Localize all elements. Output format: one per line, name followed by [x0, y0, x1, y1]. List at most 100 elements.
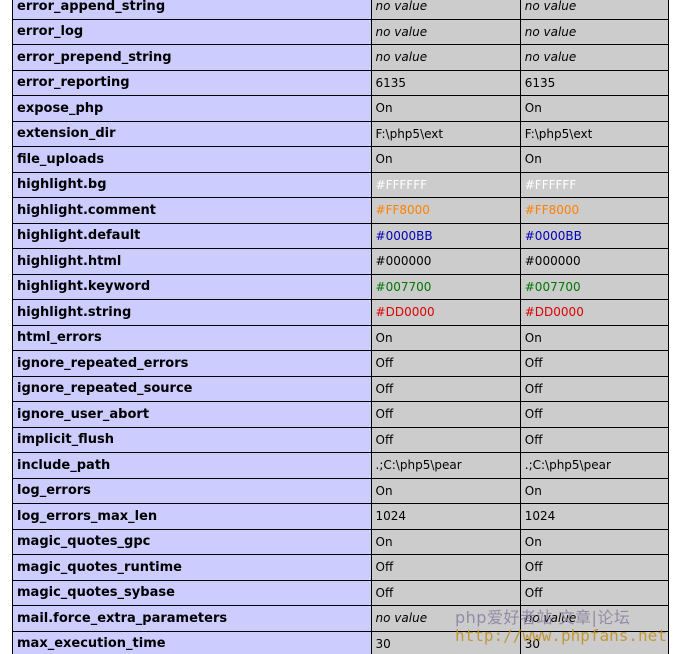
master-value: .;C:\php5\pear — [519, 452, 670, 479]
directive-name: log_errors_max_len — [12, 503, 372, 530]
directive-name: magic_quotes_gpc — [12, 528, 372, 555]
local-value: #007700 — [370, 273, 521, 300]
local-value: .;C:\php5\pear — [370, 452, 521, 479]
master-value: On — [519, 146, 670, 173]
directive-name: highlight.string — [12, 299, 372, 326]
directive-name: error_prepend_string — [12, 44, 372, 71]
local-value: Off — [370, 579, 521, 606]
local-value-text: no value — [375, 50, 428, 65]
local-value: 30 — [370, 630, 521, 654]
master-value: #FFFFFF — [519, 171, 670, 198]
master-value: On — [519, 477, 670, 504]
local-value: 1024 — [370, 503, 521, 530]
local-value: #FF8000 — [370, 197, 521, 224]
master-value: 30 — [519, 630, 670, 654]
table-row: ignore_user_abort Off Off — [12, 401, 670, 428]
directive-name: error_append_string — [12, 0, 372, 20]
directive-name: magic_quotes_sybase — [12, 579, 372, 606]
local-value: Off — [370, 401, 521, 428]
directive-name: file_uploads — [12, 146, 372, 173]
table-row: magic_quotes_gpc On On — [12, 528, 670, 555]
master-value-text: no value — [524, 24, 577, 39]
master-value-text: no value — [524, 611, 577, 626]
local-value: On — [370, 477, 521, 504]
table-row: mail.force_extra_parameters no value no va… — [12, 605, 670, 632]
directive-name: extension_dir — [12, 120, 372, 147]
table-row: magic_quotes_runtime Off Off — [12, 554, 670, 581]
directive-name: include_path — [12, 452, 372, 479]
table-row: error_log no value no value — [12, 18, 670, 45]
table-row: highlight.string #DD0000 #DD0000 — [12, 299, 670, 326]
table-row: html_errors On On — [12, 324, 670, 351]
directive-name: error_reporting — [12, 69, 372, 96]
master-value: Off — [519, 554, 670, 581]
local-value: Off — [370, 554, 521, 581]
directive-name: highlight.default — [12, 222, 372, 249]
local-value: no value — [370, 18, 521, 45]
table-row: error_append_string no value no value — [12, 0, 670, 20]
table-row: include_path .;C:\php5\pear .;C:\php5\pear — [12, 452, 670, 479]
table-row: expose_php On On — [12, 95, 670, 122]
directive-name: highlight.bg — [12, 171, 372, 198]
master-value: #007700 — [519, 273, 670, 300]
master-value: #000000 — [519, 248, 670, 275]
directive-name: log_errors — [12, 477, 372, 504]
master-value: On — [519, 95, 670, 122]
local-value: On — [370, 146, 521, 173]
master-value: Off — [519, 426, 670, 453]
directive-name: implicit_flush — [12, 426, 372, 453]
directive-name: highlight.html — [12, 248, 372, 275]
local-value: no value — [370, 0, 521, 20]
table-row: highlight.default #0000BB #0000BB — [12, 222, 670, 249]
directive-name: ignore_repeated_errors — [12, 350, 372, 377]
directive-name: mail.force_extra_parameters — [12, 605, 372, 632]
master-value: 6135 — [519, 69, 670, 96]
directive-name: highlight.keyword — [12, 273, 372, 300]
local-value: #DD0000 — [370, 299, 521, 326]
master-value: #FF8000 — [519, 197, 670, 224]
table-row: max_execution_time 30 30 — [12, 630, 670, 654]
directive-name: ignore_user_abort — [12, 401, 372, 428]
table-row: ignore_repeated_errors Off Off — [12, 350, 670, 377]
master-value-text: no value — [524, 0, 577, 14]
table-row: ignore_repeated_source Off Off — [12, 375, 670, 402]
directive-name: ignore_repeated_source — [12, 375, 372, 402]
master-value: On — [519, 324, 670, 351]
directive-name: max_execution_time — [12, 630, 372, 654]
local-value: 6135 — [370, 69, 521, 96]
directives-table-body: error_append_string no value no value error… — [12, 0, 670, 654]
local-value: Off — [370, 426, 521, 453]
table-row: implicit_flush Off Off — [12, 426, 670, 453]
php-directives-table: error_append_string no value no value error… — [12, 0, 670, 654]
local-value-text: no value — [375, 0, 428, 14]
master-value: Off — [519, 375, 670, 402]
master-value-text: no value — [524, 50, 577, 65]
directive-name: highlight.comment — [12, 197, 372, 224]
local-value: On — [370, 324, 521, 351]
directive-name: magic_quotes_runtime — [12, 554, 372, 581]
local-value: no value — [370, 605, 521, 632]
master-value: #0000BB — [519, 222, 670, 249]
master-value: no value — [519, 18, 670, 45]
local-value: Off — [370, 375, 521, 402]
table-row: extension_dir F:\php5\ext F:\php5\ext — [12, 120, 670, 147]
directive-name: expose_php — [12, 95, 372, 122]
local-value: #0000BB — [370, 222, 521, 249]
local-value-text: no value — [375, 611, 428, 626]
table-row: file_uploads On On — [12, 146, 670, 173]
table-row: highlight.html #000000 #000000 — [12, 248, 670, 275]
table-row: log_errors On On — [12, 477, 670, 504]
master-value: no value — [519, 605, 670, 632]
local-value: no value — [370, 44, 521, 71]
table-row: magic_quotes_sybase Off Off — [12, 579, 670, 606]
master-value: no value — [519, 44, 670, 71]
directive-name: html_errors — [12, 324, 372, 351]
table-row: highlight.comment #FF8000 #FF8000 — [12, 197, 670, 224]
local-value: Off — [370, 350, 521, 377]
master-value: On — [519, 528, 670, 555]
table-row: highlight.bg #FFFFFF #FFFFFF — [12, 171, 670, 198]
master-value: Off — [519, 579, 670, 606]
local-value: #000000 — [370, 248, 521, 275]
table-row: error_reporting 6135 6135 — [12, 69, 670, 96]
master-value: Off — [519, 350, 670, 377]
